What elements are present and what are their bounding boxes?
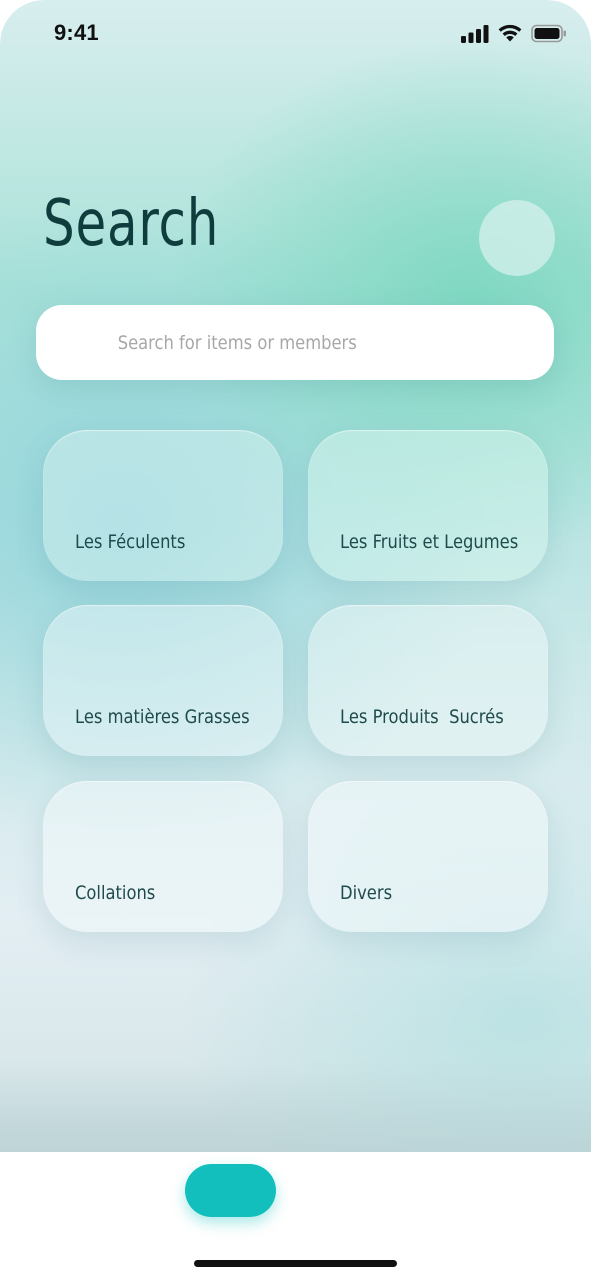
category-label: Collations [75,882,156,904]
category-card-matieres-grasses[interactable]: Les matières Grasses [43,605,283,756]
category-label: Divers [340,882,393,904]
avatar[interactable] [479,200,555,276]
background-bottom-shade [0,1060,591,1152]
category-card-divers[interactable]: Divers [308,781,548,932]
category-card-produits-sucres[interactable]: Les Produits Sucrés [308,605,548,756]
category-card-fruits-legumes[interactable]: Les Fruits et Legumes [308,430,548,581]
page-title: Search [43,187,220,261]
category-card-feculents[interactable]: Les Féculents [43,430,283,581]
status-time: 9:41 [54,20,99,45]
search-input[interactable] [116,330,464,355]
category-label: Les matières Grasses [75,706,250,728]
bottom-tab-button[interactable] [185,1164,276,1217]
search-bar[interactable] [36,305,554,380]
home-indicator [194,1260,397,1267]
category-label: Les Féculents [75,531,186,553]
status-icons [461,24,567,47]
wifi-icon [497,24,523,47]
category-card-collations[interactable]: Collations [43,781,283,932]
battery-icon [531,24,567,47]
search-screen: 9:41 Search Search for items or members … [0,0,591,1280]
category-label: Les Produits Sucrés [340,706,504,728]
category-label: Les Fruits et Legumes [340,531,519,553]
cellular-signal-icon [461,24,489,47]
